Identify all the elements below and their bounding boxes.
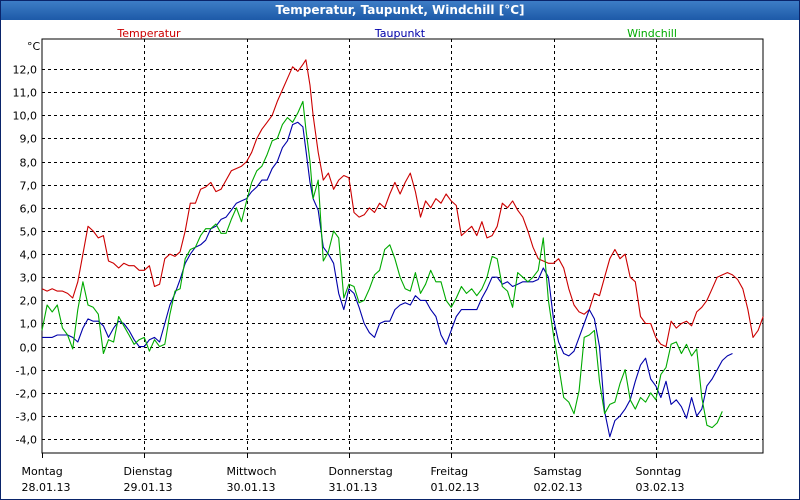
legend-temperatur: Temperatur	[116, 27, 181, 40]
x-label-day: Mittwoch	[227, 465, 277, 478]
series-layer	[41, 59, 764, 438]
plot-frame	[41, 38, 764, 454]
x-label-day: Donnerstag	[329, 465, 393, 478]
x-label-day: Samstag	[534, 465, 582, 478]
x-label-day: Freitag	[431, 465, 469, 478]
y-tick-label: 5,0	[20, 226, 38, 239]
x-label-date: 31.01.13	[329, 481, 378, 494]
y-tick-label: 12,0	[13, 64, 38, 77]
y-tick-label: 2,0	[20, 295, 38, 308]
y-tick-label: 9,0	[20, 133, 38, 146]
y-tick-label: 0,0	[20, 342, 38, 355]
x-label-date: 01.02.13	[431, 481, 480, 494]
y-tick-label: 3,0	[20, 272, 38, 285]
axis-layer: °C 12,0 11,0 10,0 9,0 8,0 7,0 6,0 5,0 4,0 3,0 2,0 1…	[13, 40, 41, 447]
x-label-date: 28.01.13	[22, 481, 71, 494]
y-tick-label: 10,0	[13, 110, 38, 123]
y-tick-label: 11,0	[13, 87, 38, 100]
series-line-windchill	[41, 100, 723, 429]
legend: Temperatur Taupunkt Windchill	[116, 27, 677, 40]
y-axis-unit: °C	[27, 40, 41, 53]
x-label-day: Sonntag	[636, 465, 682, 478]
chart-window: Temperatur, Taupunkt, Windchill [°C] °C …	[0, 0, 800, 500]
y-tick-label: -4,0	[16, 434, 37, 447]
y-tick-label: 6,0	[20, 203, 38, 216]
y-tick-label: -3,0	[16, 411, 37, 424]
y-tick-label: 7,0	[20, 180, 38, 193]
x-axis-labels: Montag 28.01.13 Dienstag 29.01.13 Mittwoch 30…	[22, 465, 685, 494]
x-label-day: Dienstag	[124, 465, 173, 478]
y-tick-label: -2,0	[16, 388, 37, 401]
x-label-date: 30.01.13	[227, 481, 276, 494]
chart-canvas: °C 12,0 11,0 10,0 9,0 8,0 7,0 6,0 5,0 4,0 3,0 2,0 1…	[13, 27, 764, 494]
x-label-date: 03.02.13	[636, 481, 685, 494]
y-tick-label: 8,0	[20, 157, 38, 170]
legend-windchill: Windchill	[627, 27, 677, 40]
y-tick-label: 1,0	[20, 318, 38, 331]
x-label-date: 02.02.13	[534, 481, 583, 494]
x-label-day: Montag	[22, 465, 63, 478]
x-label-date: 29.01.13	[124, 481, 173, 494]
y-tick-label: 4,0	[20, 249, 38, 262]
y-tick-label: -1,0	[16, 365, 37, 378]
legend-taupunkt: Taupunkt	[374, 27, 426, 40]
window-title: Temperatur, Taupunkt, Windchill [°C]	[1, 1, 799, 20]
grid-layer	[41, 38, 764, 458]
